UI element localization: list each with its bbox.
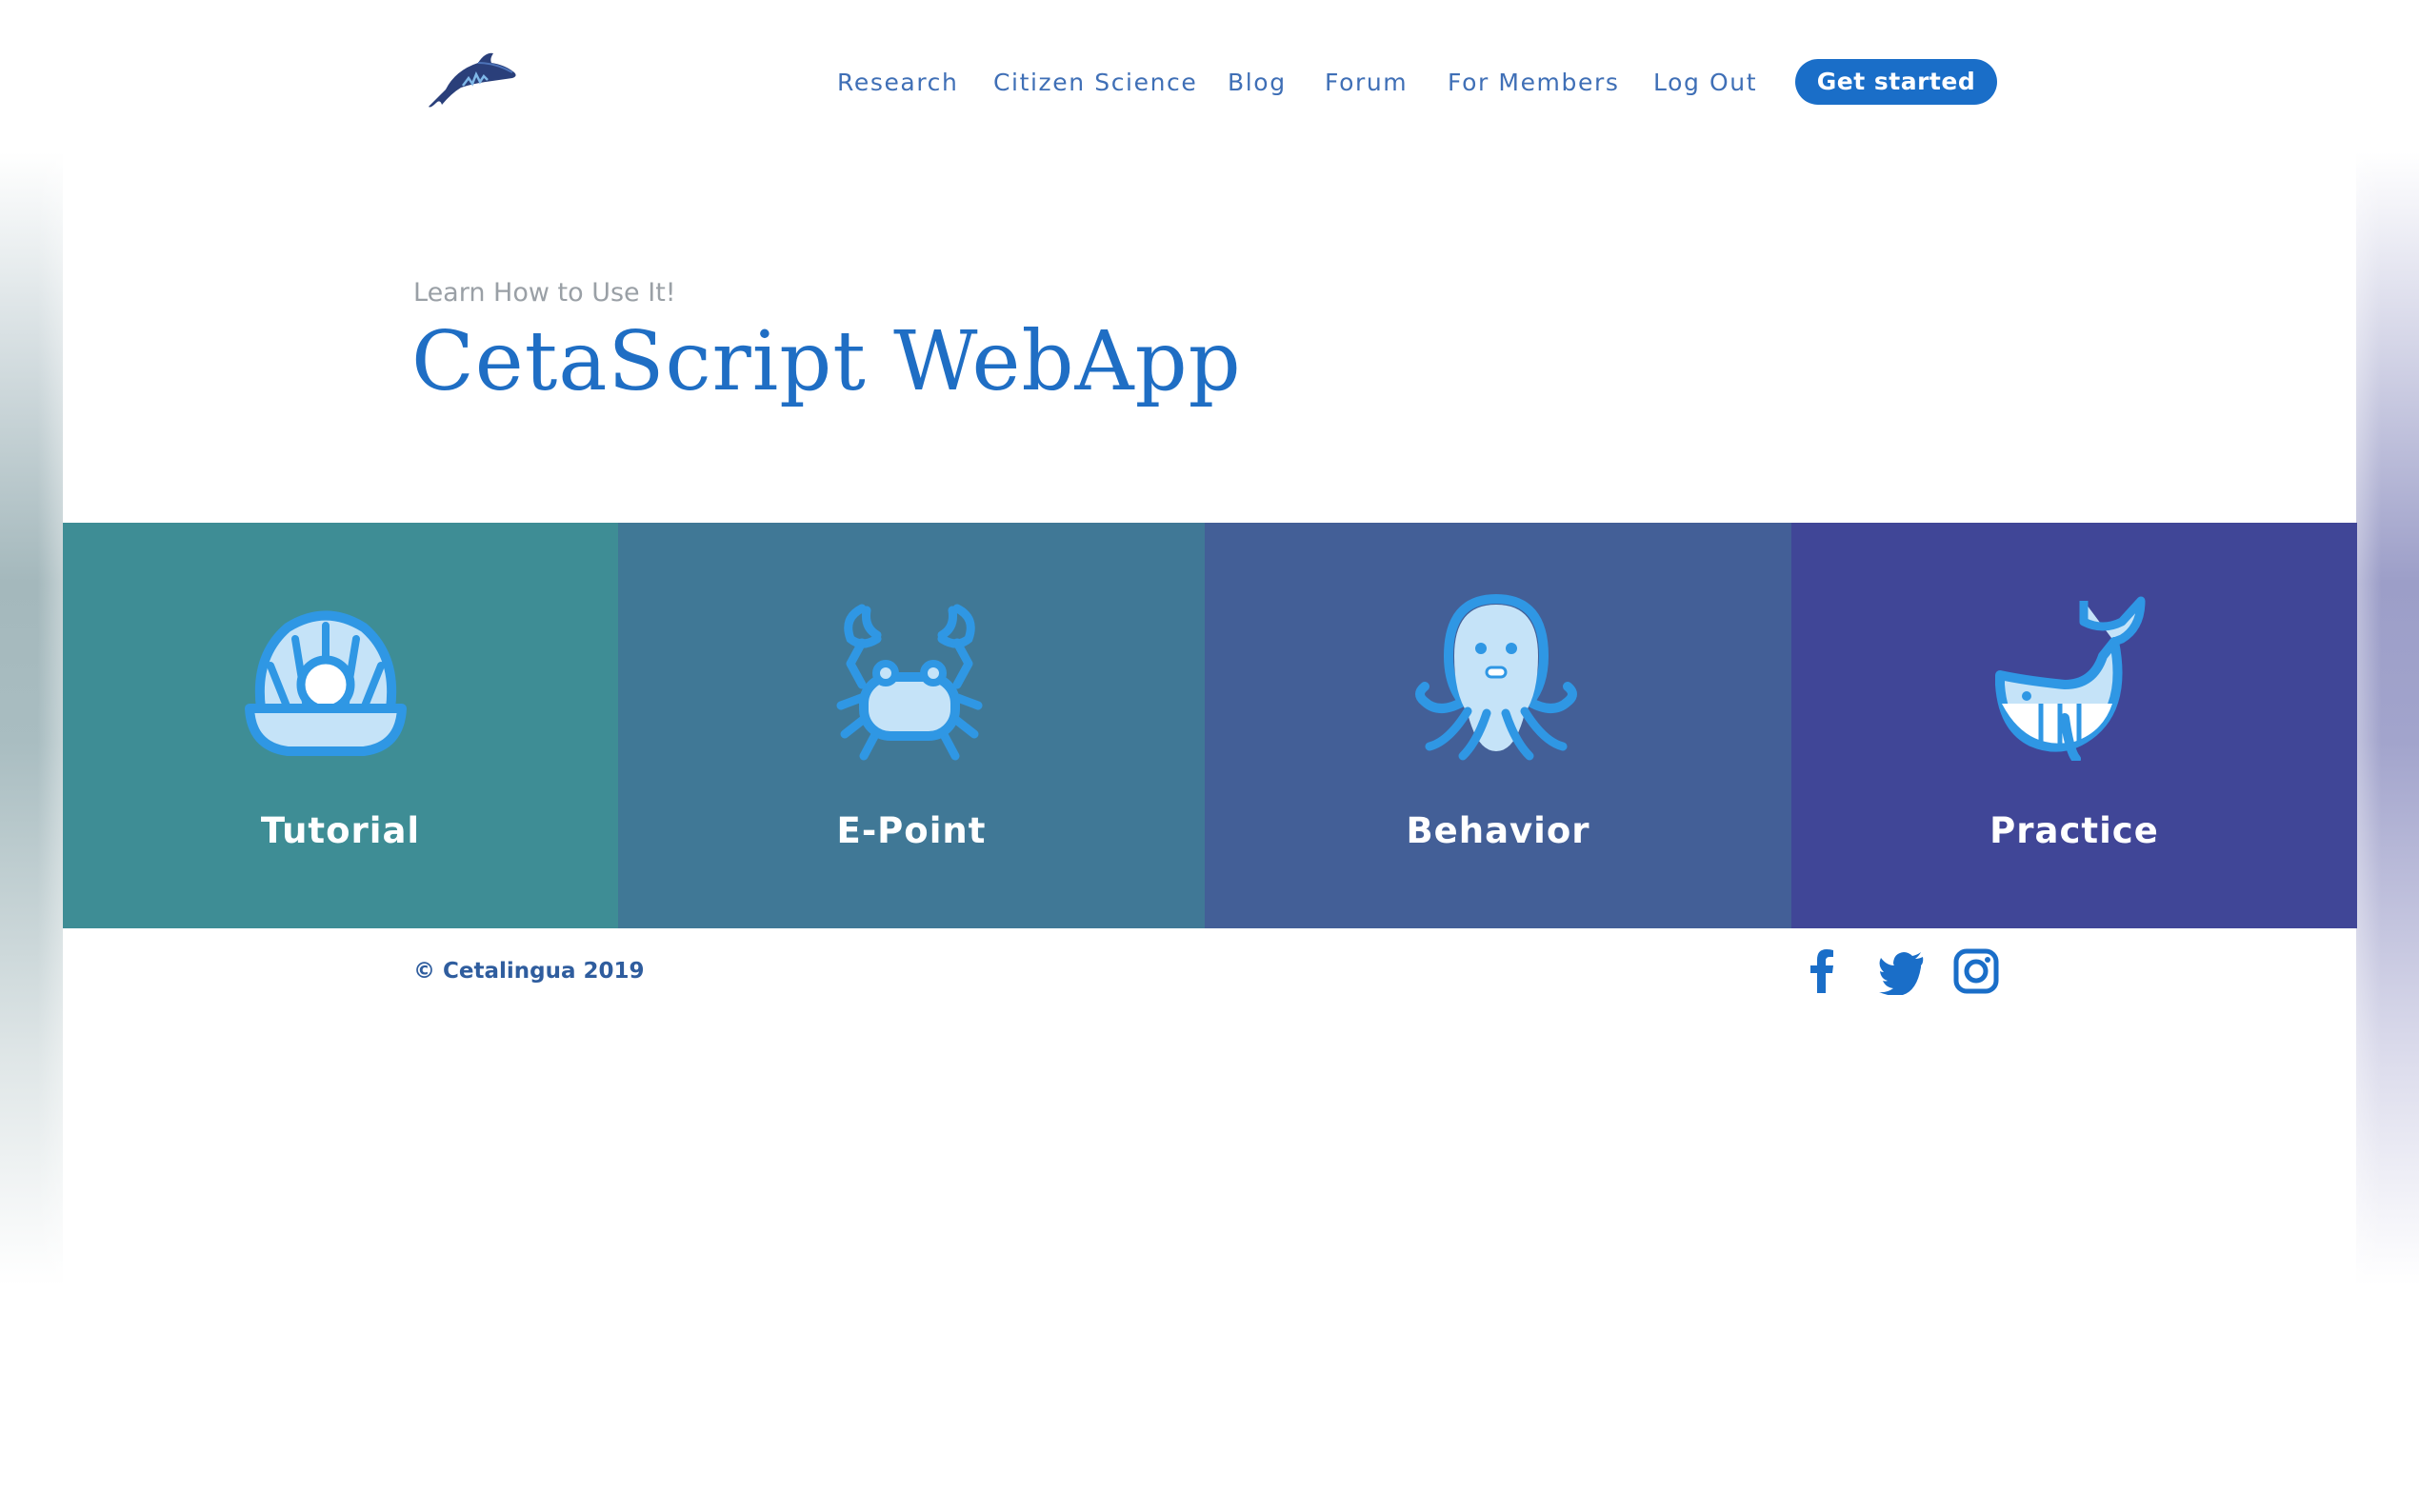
tile-label-tutorial: Tutorial xyxy=(260,810,421,851)
page-title: CetaScript WebApp xyxy=(411,314,1242,409)
shell-pearl-icon xyxy=(245,610,407,756)
nav-blog[interactable]: Blog xyxy=(1228,69,1287,96)
octopus-icon xyxy=(1415,594,1577,761)
get-started-button[interactable]: Get started xyxy=(1795,59,1997,105)
tile-tutorial[interactable]: Tutorial xyxy=(63,523,618,928)
nav-log-out[interactable]: Log Out xyxy=(1653,69,1757,96)
left-side-gradient xyxy=(0,152,63,1285)
nav-citizen-science[interactable]: Citizen Science xyxy=(993,69,1197,96)
tile-label-behavior: Behavior xyxy=(1406,810,1590,851)
feature-tiles: Tutorial E-Point Behavior Practice xyxy=(63,523,2357,928)
tile-e-point[interactable]: E-Point xyxy=(618,523,1205,928)
main-nav: Research Citizen Science Blog Forum For … xyxy=(0,59,2419,107)
twitter-icon[interactable] xyxy=(1878,947,1926,995)
tile-behavior[interactable]: Behavior xyxy=(1205,523,1791,928)
copyright-text: © Cetalingua 2019 xyxy=(413,959,645,984)
nav-for-members[interactable]: For Members xyxy=(1448,69,1619,96)
page-subtitle: Learn How to Use It! xyxy=(413,278,676,308)
nav-research[interactable]: Research xyxy=(837,69,958,96)
whale-icon xyxy=(1995,596,2146,761)
tile-label-e-point: E-Point xyxy=(836,810,987,851)
tile-practice[interactable]: Practice xyxy=(1791,523,2357,928)
facebook-icon[interactable] xyxy=(1799,947,1847,995)
right-side-gradient xyxy=(2356,152,2419,1285)
crab-icon xyxy=(836,604,983,761)
nav-forum[interactable]: Forum xyxy=(1325,69,1408,96)
instagram-icon[interactable] xyxy=(1952,947,2000,995)
tile-label-practice: Practice xyxy=(1989,810,2159,851)
